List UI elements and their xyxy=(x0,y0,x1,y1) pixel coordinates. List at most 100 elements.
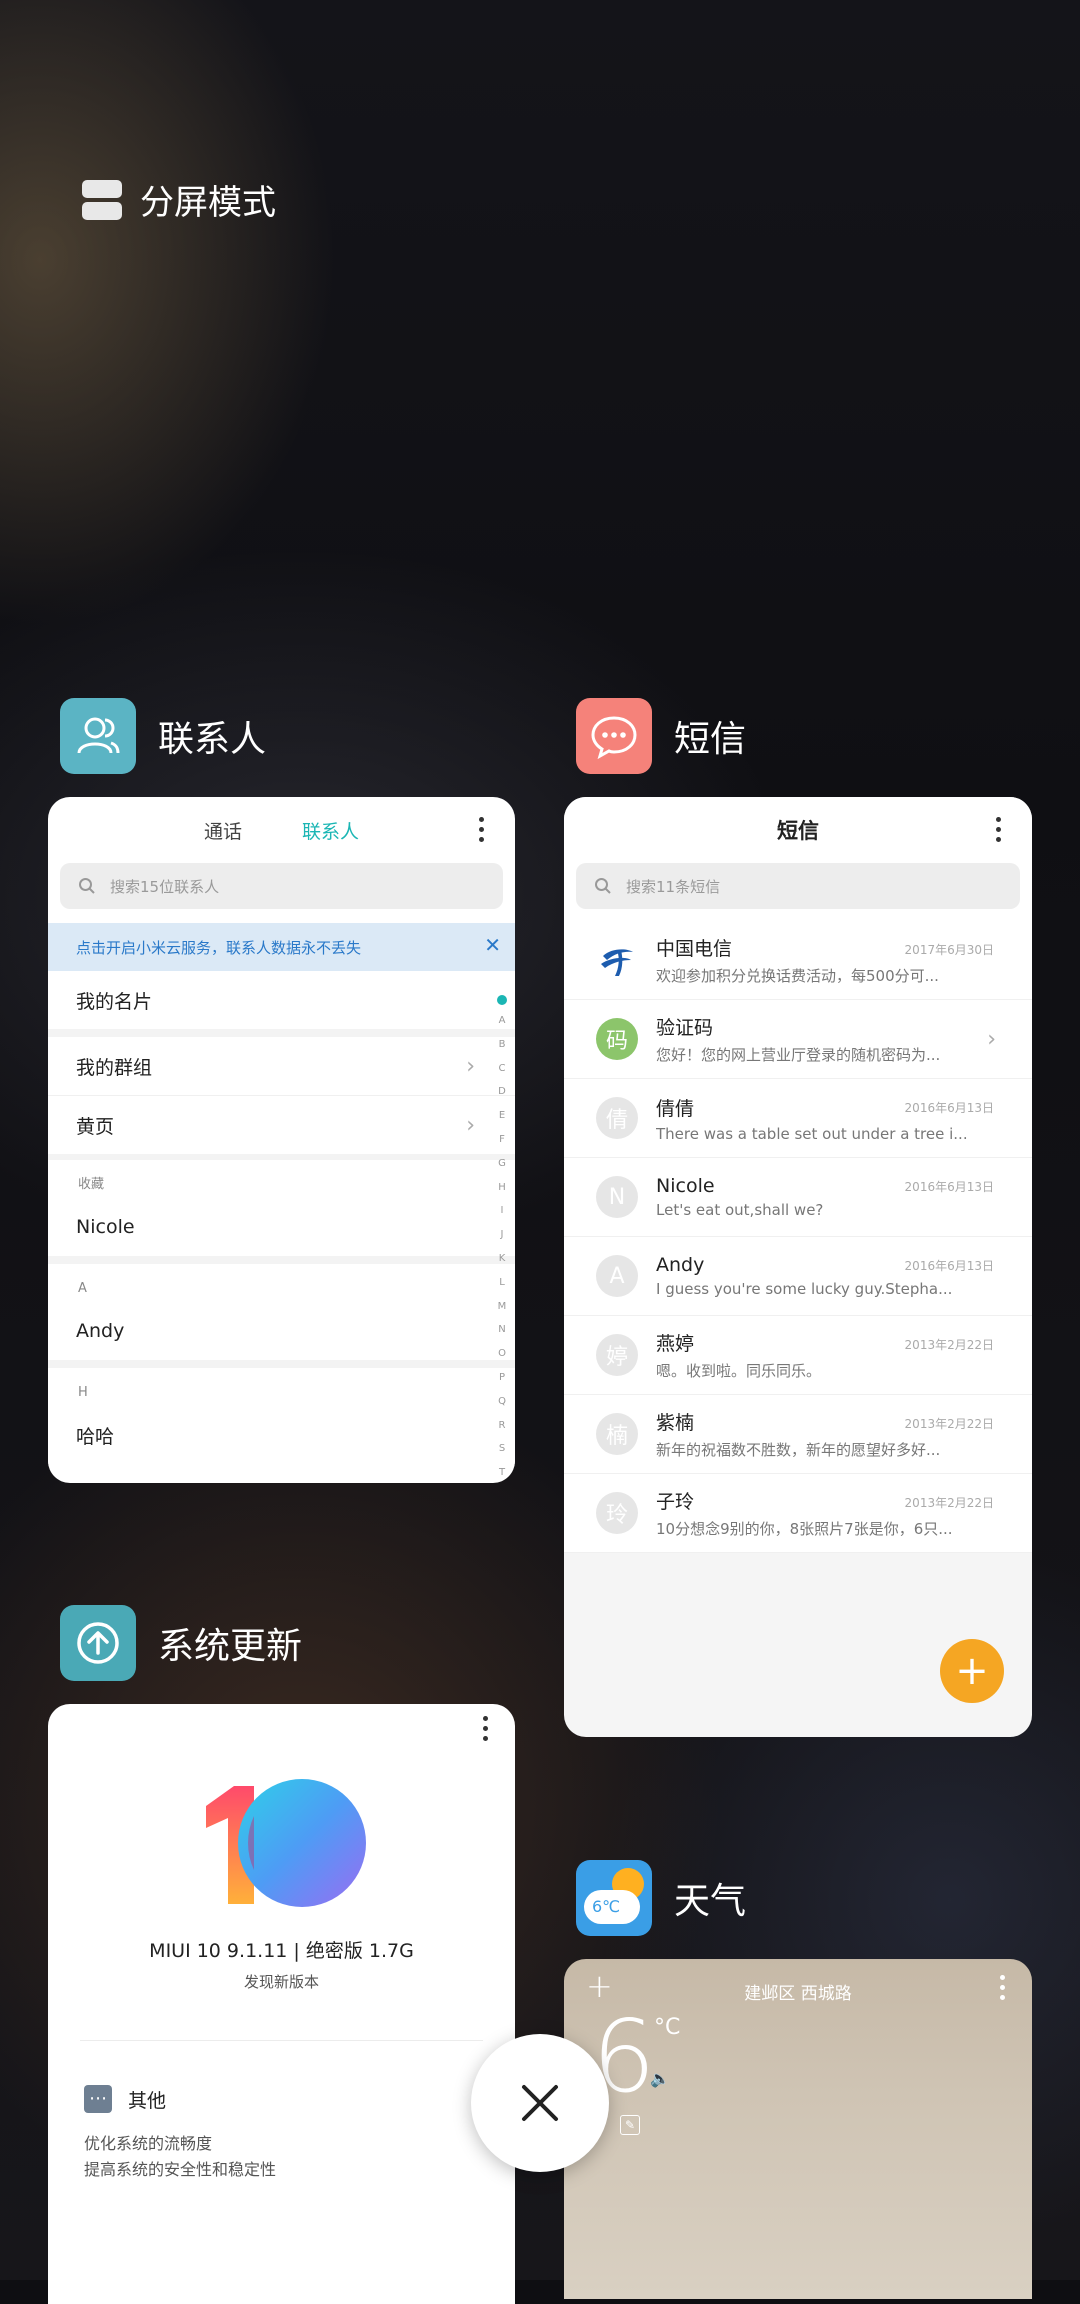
alphabet-index-letter[interactable]: H xyxy=(498,1176,506,1200)
message-thread-row[interactable]: 中国电信 欢迎参加积分兑换话费活动，每500分可... 2017年6月30日 xyxy=(564,921,1032,1000)
messages-search-input[interactable]: 搜索11条短信 xyxy=(576,863,1020,909)
alphabet-index-letter[interactable]: C xyxy=(499,1057,506,1081)
message-thread-row[interactable]: 玲子玲 10分想念9别的你，8张照片7张是你，6只... 2013年2月22日 xyxy=(564,1474,1032,1553)
changelog-section-title: 其他 xyxy=(128,2089,167,2112)
contacts-card[interactable]: 通话 联系人 搜索15位联系人 点击开启小米云服务，联系人数据永不丢失 ✕ 我的… xyxy=(48,797,515,1483)
new-message-button[interactable]: + xyxy=(940,1639,1004,1703)
section-header: H xyxy=(78,1385,88,1400)
tab-calls[interactable]: 通话 xyxy=(204,817,242,844)
message-thread-row[interactable]: 码验证码 您好！您的网上营业厅登录的随机密码为... › xyxy=(564,1000,1032,1079)
alphabet-index-letter[interactable]: N xyxy=(498,1318,505,1342)
alphabet-index-letter[interactable]: K xyxy=(499,1247,506,1271)
alphabet-index-letter[interactable]: P xyxy=(499,1366,505,1390)
message-preview: 新年的祝福数不胜数，新年的愿望好多好... xyxy=(656,1441,941,1459)
split-screen-icon xyxy=(82,179,122,220)
alphabet-index-letter[interactable]: M xyxy=(498,1295,507,1319)
message-thread-row[interactable]: 倩倩倩 There was a table set out under a tre… xyxy=(564,1079,1032,1158)
clear-all-button[interactable] xyxy=(471,2034,609,2172)
section-header: 收藏 xyxy=(78,1177,105,1192)
cloud-banner-text: 点击开启小米云服务，联系人数据永不丢失 xyxy=(76,938,362,957)
message-body: 验证码 您好！您的网上营业厅登录的随机密码为... xyxy=(656,1013,996,1065)
message-date: 2013年2月22日 xyxy=(904,1496,994,1510)
tab-contacts[interactable]: 联系人 xyxy=(302,817,359,844)
alphabet-index[interactable]: ABCDEFGHIJKLMNOPQRST xyxy=(495,989,509,1483)
contact-row[interactable]: 哈哈 xyxy=(48,1406,515,1464)
contact-row[interactable]: Nicole xyxy=(48,1198,515,1256)
message-thread-row[interactable]: A Andy I guess you're some lucky guy.Steph… xyxy=(564,1237,1032,1316)
sender-name: 验证码 xyxy=(656,1017,714,1039)
cloud-banner[interactable]: 点击开启小米云服务，联系人数据永不丢失 ✕ xyxy=(48,923,515,971)
messages-search-placeholder: 搜索11条短信 xyxy=(626,877,721,896)
changelog-note: 优化系统的流畅度 xyxy=(84,2134,213,2153)
divider xyxy=(48,1029,515,1037)
more-icon[interactable] xyxy=(483,1716,489,1741)
alphabet-index-letter[interactable]: J xyxy=(501,1223,504,1247)
message-thread-row[interactable]: N Nicole Let's eat out,shall we? 2016年6月13日 xyxy=(564,1158,1032,1237)
message-date: 2013年2月22日 xyxy=(904,1338,994,1352)
alphabet-index-letter[interactable]: G xyxy=(498,1152,506,1176)
message-preview: 嗯。收到啦。同乐同乐。 xyxy=(656,1362,822,1380)
weather-card[interactable]: + 建邺区 西城路 6 °C 🔈 ✎ xyxy=(564,1959,1032,2299)
contact-avatar: A xyxy=(596,1255,638,1297)
divider xyxy=(80,2040,483,2041)
alphabet-index-letter[interactable]: I xyxy=(501,1199,504,1223)
updater-app-icon xyxy=(60,1605,136,1681)
weather-icon-temp: 6℃ xyxy=(592,1897,621,1916)
contact-row[interactable]: Andy xyxy=(48,1302,515,1360)
chevron-right-icon: › xyxy=(466,1112,475,1138)
message-date: 2013年2月22日 xyxy=(904,1417,994,1431)
update-status: 发现新版本 xyxy=(243,1973,319,1991)
other-icon: ⋯ xyxy=(84,2085,112,2113)
alphabet-index-letter[interactable]: E xyxy=(499,1104,505,1128)
chevron-right-icon: › xyxy=(987,1026,996,1052)
close-icon xyxy=(522,2085,558,2121)
updater-card[interactable]: MIUI 10 9.1.11 | 绝密版 1.7G 发现新版本 ⋯ 其他 优化系… xyxy=(48,1704,515,2304)
yellow-pages-row[interactable]: 黄页 › xyxy=(48,1095,515,1154)
messages-card[interactable]: 短信 搜索11条短信 中国电信 欢迎参加积分兑换话费活动，每500分可... 201… xyxy=(564,797,1032,1737)
message-thread-row[interactable]: 楠紫楠 新年的祝福数不胜数，新年的愿望好多好... 2013年2月22日 xyxy=(564,1395,1032,1474)
alphabet-index-letter[interactable]: D xyxy=(498,1080,506,1104)
alphabet-index-letter[interactable]: O xyxy=(498,1342,506,1366)
close-icon[interactable]: ✕ xyxy=(484,933,501,957)
more-icon[interactable] xyxy=(1000,1975,1006,2000)
miui-10-logo xyxy=(192,1776,372,1916)
changelog-notes: 优化系统的流畅度 提高系统的安全性和稳定性 xyxy=(84,2131,515,2183)
messages-app-name: 短信 xyxy=(674,719,747,760)
contact-avatar: 婷 xyxy=(596,1334,638,1376)
more-icon[interactable] xyxy=(479,817,485,842)
message-preview: I guess you're some lucky guy.Stepha... xyxy=(656,1280,953,1298)
changelog-section-header: ⋯ 其他 xyxy=(84,2085,515,2113)
weather-unit: °C xyxy=(654,2015,681,2040)
split-screen-button[interactable]: 分屏模式 xyxy=(82,175,276,224)
alphabet-index-letter[interactable]: S xyxy=(499,1437,505,1461)
updater-app-name: 系统更新 xyxy=(158,1626,303,1667)
contact-avatar: 倩 xyxy=(596,1097,638,1139)
alphabet-index-letter[interactable]: T xyxy=(499,1461,505,1483)
message-date: 2016年6月13日 xyxy=(904,1180,994,1194)
contacts-search-input[interactable]: 搜索15位联系人 xyxy=(60,863,503,909)
alphabet-index-letter[interactable]: Q xyxy=(498,1390,506,1414)
more-icon[interactable] xyxy=(996,817,1002,842)
contacts-app-header[interactable]: 联系人 xyxy=(60,698,266,774)
alphabet-index-letter[interactable]: L xyxy=(499,1271,505,1295)
message-date: 2016年6月13日 xyxy=(904,1101,994,1115)
message-list: 中国电信 欢迎参加积分兑换话费活动，每500分可... 2017年6月30日码验证码… xyxy=(564,921,1032,1553)
my-groups-row[interactable]: 我的群组 › xyxy=(48,1037,515,1095)
speaker-icon[interactable]: 🔈 xyxy=(650,2069,670,2088)
favorites-icon xyxy=(497,995,507,1005)
message-preview: 10分想念9别的你，8张照片7张是你，6只... xyxy=(656,1520,953,1538)
messages-title: 短信 xyxy=(777,819,819,843)
alphabet-index-letter[interactable]: A xyxy=(499,1009,506,1033)
message-thread-row[interactable]: 婷燕婷 嗯。收到啦。同乐同乐。 2013年2月22日 xyxy=(564,1316,1032,1395)
edit-icon[interactable]: ✎ xyxy=(620,2115,640,2135)
messages-app-header[interactable]: 短信 xyxy=(576,698,746,774)
alphabet-index-letter[interactable]: F xyxy=(499,1128,505,1152)
alphabet-index-letter[interactable]: B xyxy=(499,1033,506,1057)
updater-app-header[interactable]: 系统更新 xyxy=(60,1605,302,1681)
weather-app-icon: 6℃ xyxy=(576,1860,652,1936)
weather-app-header[interactable]: 6℃ 天气 xyxy=(576,1860,746,1936)
split-screen-label: 分屏模式 xyxy=(140,183,276,223)
alphabet-index-letter[interactable]: R xyxy=(499,1414,506,1438)
my-card-row[interactable]: 我的名片 xyxy=(48,971,515,1029)
message-preview: Let's eat out,shall we? xyxy=(656,1201,824,1219)
